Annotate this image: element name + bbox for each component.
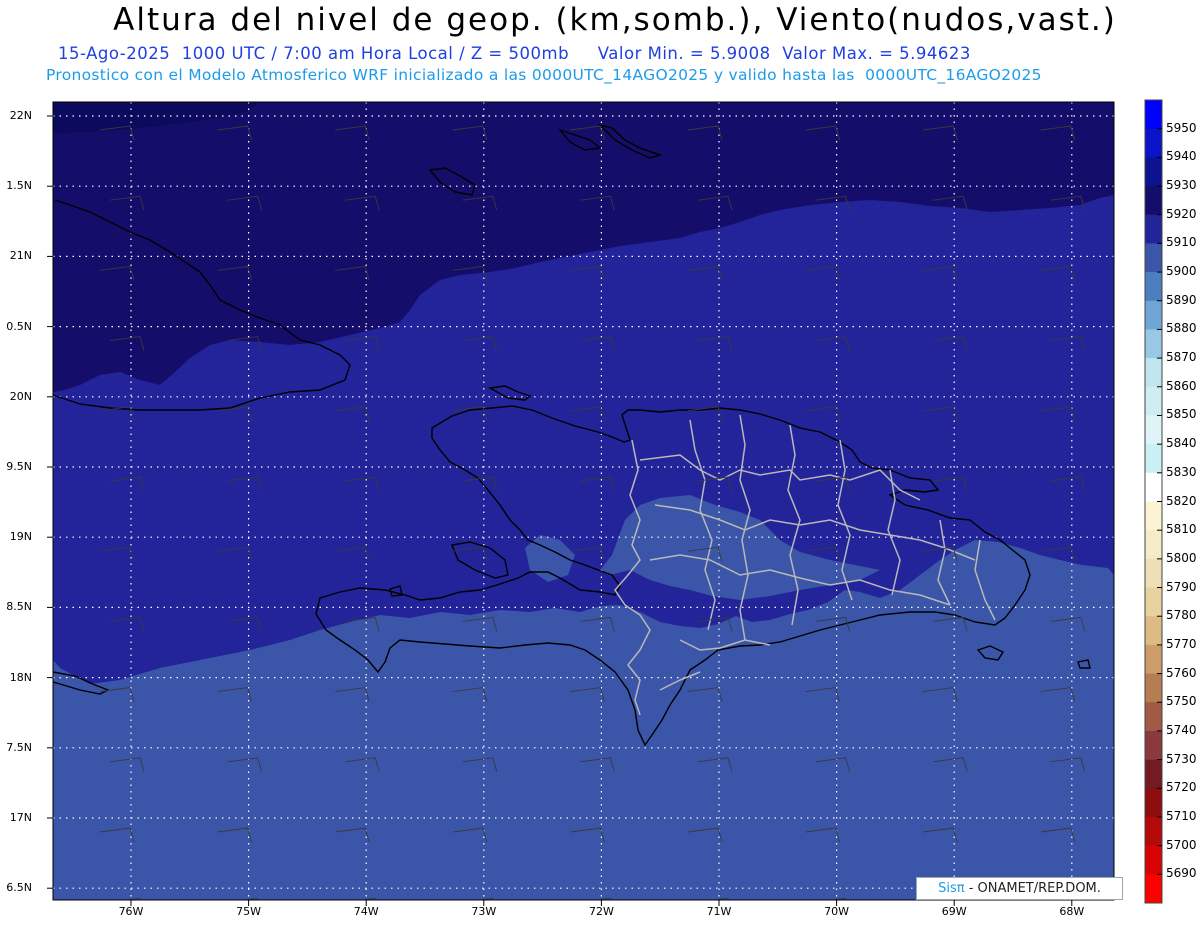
colorbar-swatch [1145, 730, 1162, 761]
colorbar-label: 5850 [1166, 407, 1197, 422]
colorbar-label: 5700 [1166, 837, 1197, 852]
colorbar-swatch [1145, 128, 1162, 158]
lat-label: 1.5N [6, 179, 32, 193]
lon-label: 71W [706, 905, 732, 918]
colorbar-label: 5770 [1166, 636, 1197, 651]
lat-label: 8.5N [6, 600, 32, 614]
colorbar-swatch [1145, 272, 1162, 302]
lat-label: 20N [9, 389, 32, 403]
colorbar-label: 5800 [1166, 550, 1197, 565]
colorbar-label: 5930 [1166, 178, 1197, 193]
lat-label: 19N [9, 530, 32, 544]
colorbar-label: 5860 [1166, 378, 1197, 393]
colorbar-swatch [1145, 759, 1162, 789]
colorbar-swatch [1145, 530, 1162, 560]
colorbar-swatch [1145, 214, 1162, 244]
shaded-field [53, 102, 1114, 900]
colorbar-label: 5740 [1166, 722, 1197, 737]
colorbar-label: 5690 [1166, 866, 1197, 881]
lon-label: 72W [588, 905, 614, 918]
colorbar-swatch [1145, 644, 1162, 675]
colorbar-label: 5750 [1166, 694, 1197, 709]
colorbar-label: 5810 [1166, 522, 1197, 537]
geopotential-map [47, 99, 1163, 906]
credit-pi: π [956, 881, 965, 896]
lat-label: 18N [9, 670, 32, 684]
colorbar-swatch [1145, 501, 1162, 531]
colorbar-label: 5950 [1166, 120, 1197, 135]
lon-label: 68W [1059, 905, 1085, 918]
colorbar-label: 5940 [1166, 149, 1197, 164]
colorbar-label: 5910 [1166, 235, 1197, 250]
lon-label: 76W [118, 905, 144, 918]
colorbar-swatch [1145, 243, 1162, 273]
colorbar-swatch [1145, 415, 1162, 445]
colorbar [1144, 99, 1163, 904]
colorbar-swatch [1145, 358, 1162, 388]
colorbar-label: 5780 [1166, 608, 1197, 623]
colorbar-label: 5880 [1166, 321, 1197, 336]
colorbar-swatch [1145, 673, 1162, 703]
lat-label: 21N [9, 249, 32, 263]
colorbar-label: 5920 [1166, 206, 1197, 221]
colorbar-label: 5890 [1166, 292, 1197, 307]
colorbar-label: 5730 [1166, 751, 1197, 766]
credit-sis: Sis [938, 881, 957, 896]
lon-label: 70W [824, 905, 850, 918]
lat-label: 17N [9, 811, 32, 824]
lat-label: 22N [9, 109, 32, 122]
colorbar-label: 5820 [1166, 493, 1197, 508]
lat-label: 7.5N [6, 740, 32, 754]
lat-label: 6.5N [6, 881, 32, 895]
colorbar-label: 5900 [1166, 264, 1197, 279]
colorbar-swatch [1145, 702, 1162, 732]
colorbar-swatch [1145, 845, 1162, 875]
credit-box: Sisπ - ONAMET/REP.DOM. [916, 877, 1123, 900]
colorbar-swatch [1145, 874, 1162, 904]
colorbar-swatch [1145, 386, 1162, 416]
colorbar-swatch [1145, 472, 1162, 502]
credit-text: - ONAMET/REP.DOM. [968, 881, 1101, 896]
lon-label: 74W [353, 905, 379, 918]
lon-label: 73W [471, 905, 497, 918]
colorbar-swatch [1145, 157, 1162, 187]
colorbar-swatch [1145, 300, 1162, 330]
colorbar-swatch [1145, 788, 1162, 818]
colorbar-label: 5790 [1166, 579, 1197, 594]
colorbar-swatch [1145, 100, 1162, 130]
lon-label: 69W [941, 905, 967, 918]
colorbar-swatch [1145, 186, 1162, 216]
colorbar-swatch [1145, 329, 1162, 359]
lon-label: 75W [236, 905, 262, 918]
colorbar-swatch [1145, 587, 1162, 617]
lat-label: 9.5N [6, 460, 32, 473]
colorbar-label: 5720 [1166, 780, 1197, 795]
colorbar-label: 5830 [1166, 464, 1197, 479]
colorbar-swatch [1145, 616, 1162, 646]
lat-label: 0.5N [6, 319, 32, 333]
colorbar-swatch [1145, 558, 1162, 589]
colorbar-swatch [1145, 444, 1162, 474]
colorbar-label: 5710 [1166, 808, 1197, 823]
colorbar-swatch [1145, 816, 1162, 847]
colorbar-label: 5840 [1166, 436, 1197, 451]
colorbar-label: 5760 [1166, 665, 1197, 680]
colorbar-label: 5870 [1166, 350, 1197, 365]
